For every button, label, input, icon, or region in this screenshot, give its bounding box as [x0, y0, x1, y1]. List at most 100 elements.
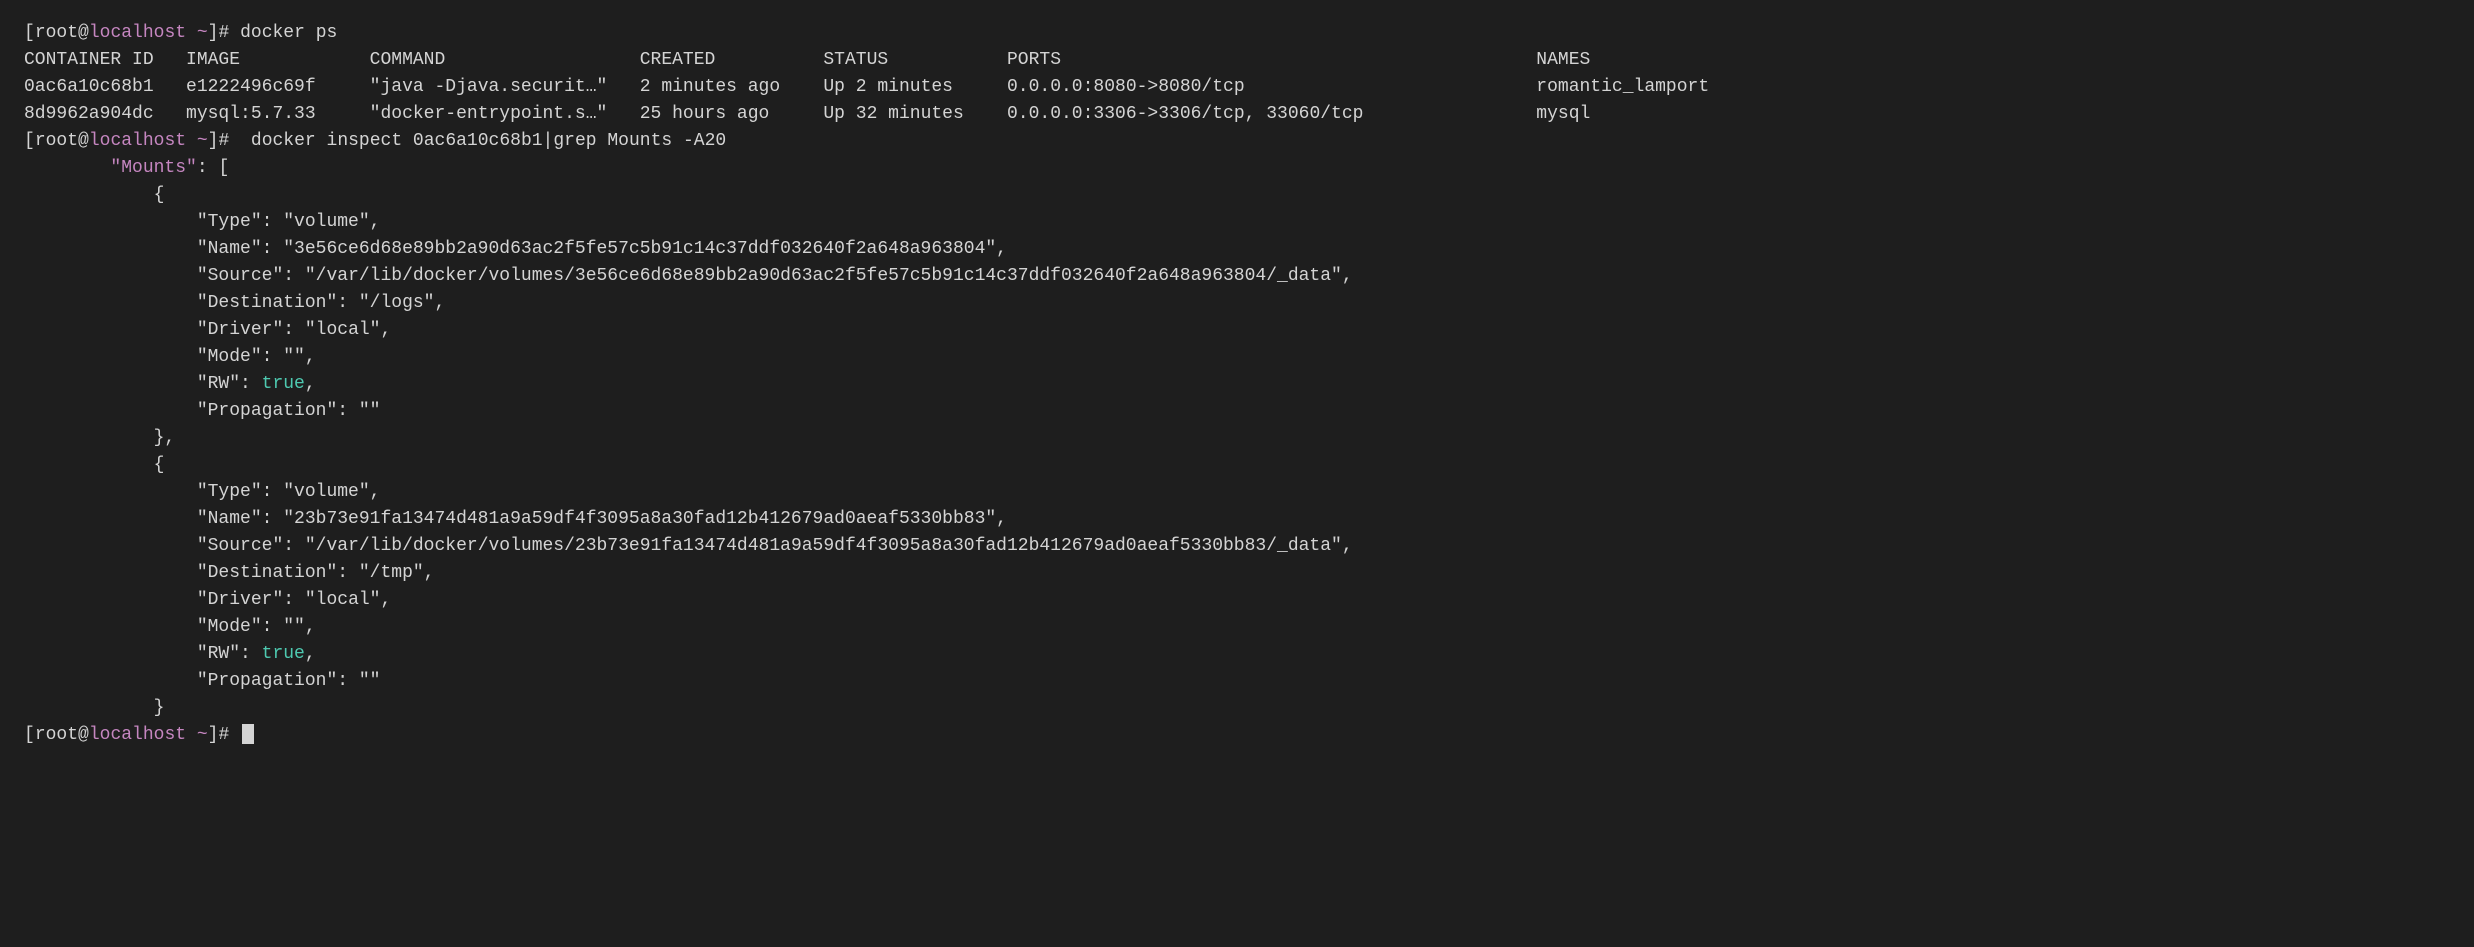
line-type1: "Type": "volume",: [24, 209, 2450, 236]
json-key-mode1: "Mode": [197, 347, 262, 367]
prompt-root-text2: root: [35, 131, 78, 151]
line-rw2: "RW": true,: [24, 641, 2450, 668]
prompt-bracket3: [: [24, 131, 35, 151]
prompt-path: ~: [186, 23, 208, 43]
col-names-1: romantic_lamport: [1536, 77, 1709, 97]
prompt-bracket4: ]: [208, 131, 219, 151]
json-val-prop2: "": [359, 671, 381, 691]
json-key-driver2: "Driver": [197, 590, 283, 610]
prompt-path3: ~: [186, 725, 208, 745]
json-key-type2: "Type": [197, 482, 262, 502]
json-val-type2: "volume",: [283, 482, 380, 502]
json-val-rw1: true: [262, 374, 305, 394]
terminal: [root@localhost ~]# docker ps CONTAINER …: [24, 20, 2450, 749]
json-key-type1: "Type": [197, 212, 262, 232]
prompt-host2: localhost: [89, 131, 186, 151]
line-brace1-close: },: [24, 425, 2450, 452]
prompt-root-text: root: [35, 23, 78, 43]
line-mode2: "Mode": "",: [24, 614, 2450, 641]
line-type2: "Type": "volume",: [24, 479, 2450, 506]
col-header-command: COMMAND: [370, 50, 640, 70]
json-val-driver1: "local",: [305, 320, 391, 340]
line-prop2: "Propagation": "": [24, 668, 2450, 695]
mounts-key: "Mounts": [110, 158, 196, 178]
col-status-2: Up 32 minutes: [823, 104, 1007, 124]
json-val-dest2: "/tmp",: [359, 563, 435, 583]
col-header-created: CREATED: [640, 50, 824, 70]
col-header-names: NAMES: [1536, 50, 1590, 70]
line-brace1-open: {: [24, 182, 2450, 209]
prompt-bracket: [: [24, 23, 35, 43]
json-val-dest1: "/logs",: [359, 293, 445, 313]
cmd-docker-ps: docker ps: [229, 23, 337, 43]
prompt-hash3: #: [218, 725, 240, 745]
mounts-colon: : [: [197, 158, 229, 178]
prompt-at3: @: [78, 725, 89, 745]
prompt-hash2: #: [218, 131, 229, 151]
prompt-host3: localhost: [89, 725, 186, 745]
json-key-prop2: "Propagation": [197, 671, 337, 691]
col-created-2: 25 hours ago: [640, 104, 824, 124]
json-key-source1: "Source": [197, 266, 283, 286]
line-brace2-open: {: [24, 452, 2450, 479]
line-dest2: "Destination": "/tmp",: [24, 560, 2450, 587]
line-driver1: "Driver": "local",: [24, 317, 2450, 344]
prompt-bracket6: ]: [208, 725, 219, 745]
prompt-root-text3: root: [35, 725, 78, 745]
prompt-at: @: [78, 23, 89, 43]
table-row-2: 8d9962a904dc mysql:5.7.33 "docker-entryp…: [24, 101, 2450, 128]
col-image-1: e1222496c69f: [186, 77, 370, 97]
json-key-rw2: "RW": [197, 644, 240, 664]
json-key-driver1: "Driver": [197, 320, 283, 340]
json-val-name1: "3e56ce6d68e89bb2a90d63ac2f5fe57c5b91c14…: [283, 239, 1007, 259]
prompt-bracket2: ]: [208, 23, 219, 43]
json-val-mode2: "",: [283, 617, 315, 637]
line-cmd-docker-ps: [root@localhost ~]# docker ps: [24, 20, 2450, 47]
line-rw1: "RW": true,: [24, 371, 2450, 398]
prompt-host: localhost: [89, 23, 186, 43]
cursor: [242, 724, 254, 744]
json-key-name1: "Name": [197, 239, 262, 259]
line-dest1: "Destination": "/logs",: [24, 290, 2450, 317]
cmd-inspect: docker inspect 0ac6a10c68b1|grep Mounts …: [229, 131, 726, 151]
json-val-mode1: "",: [283, 347, 315, 367]
json-val-driver2: "local",: [305, 590, 391, 610]
line-source2: "Source": "/var/lib/docker/volumes/23b73…: [24, 533, 2450, 560]
prompt-hash: #: [218, 23, 229, 43]
prompt-at2: @: [78, 131, 89, 151]
line-name2: "Name": "23b73e91fa13474d481a9a59df4f309…: [24, 506, 2450, 533]
json-key-mode2: "Mode": [197, 617, 262, 637]
line-driver2: "Driver": "local",: [24, 587, 2450, 614]
json-val-name2: "23b73e91fa13474d481a9a59df4f3095a8a30fa…: [283, 509, 1007, 529]
json-key-dest2: "Destination": [197, 563, 337, 583]
json-val-prop1: "": [359, 401, 381, 421]
col-image-2: mysql:5.7.33: [186, 104, 370, 124]
json-key-prop1: "Propagation": [197, 401, 337, 421]
table-header: CONTAINER ID IMAGE COMMAND CREATED STATU…: [24, 47, 2450, 74]
table-row-1: 0ac6a10c68b1 e1222496c69f "java -Djava.s…: [24, 74, 2450, 101]
line-source1: "Source": "/var/lib/docker/volumes/3e56c…: [24, 263, 2450, 290]
json-key-dest1: "Destination": [197, 293, 337, 313]
line-brace2-close: }: [24, 695, 2450, 722]
col-created-1: 2 minutes ago: [640, 77, 824, 97]
col-id-2: 8d9962a904dc: [24, 104, 186, 124]
col-ports-2: 0.0.0.0:3306->3306/tcp, 33060/tcp: [1007, 104, 1536, 124]
col-command-2: "docker-entrypoint.s…": [370, 104, 640, 124]
json-key-source2: "Source": [197, 536, 283, 556]
json-val-type1: "volume",: [283, 212, 380, 232]
line-mode1: "Mode": "",: [24, 344, 2450, 371]
line-name1: "Name": "3e56ce6d68e89bb2a90d63ac2f5fe57…: [24, 236, 2450, 263]
col-header-container-id: CONTAINER ID: [24, 50, 186, 70]
col-header-image: IMAGE: [186, 50, 370, 70]
prompt-path2: ~: [186, 131, 208, 151]
json-key-name2: "Name": [197, 509, 262, 529]
col-header-status: STATUS: [823, 50, 1007, 70]
json-key-rw1: "RW": [197, 374, 240, 394]
line-cmd-inspect: [root@localhost ~]# docker inspect 0ac6a…: [24, 128, 2450, 155]
line-final-prompt: [root@localhost ~]#: [24, 722, 2450, 749]
json-val-source1: "/var/lib/docker/volumes/3e56ce6d68e89bb…: [305, 266, 1353, 286]
prompt-bracket5: [: [24, 725, 35, 745]
json-val-rw2: true: [262, 644, 305, 664]
json-val-source2: "/var/lib/docker/volumes/23b73e91fa13474…: [305, 536, 1353, 556]
col-status-1: Up 2 minutes: [823, 77, 1007, 97]
